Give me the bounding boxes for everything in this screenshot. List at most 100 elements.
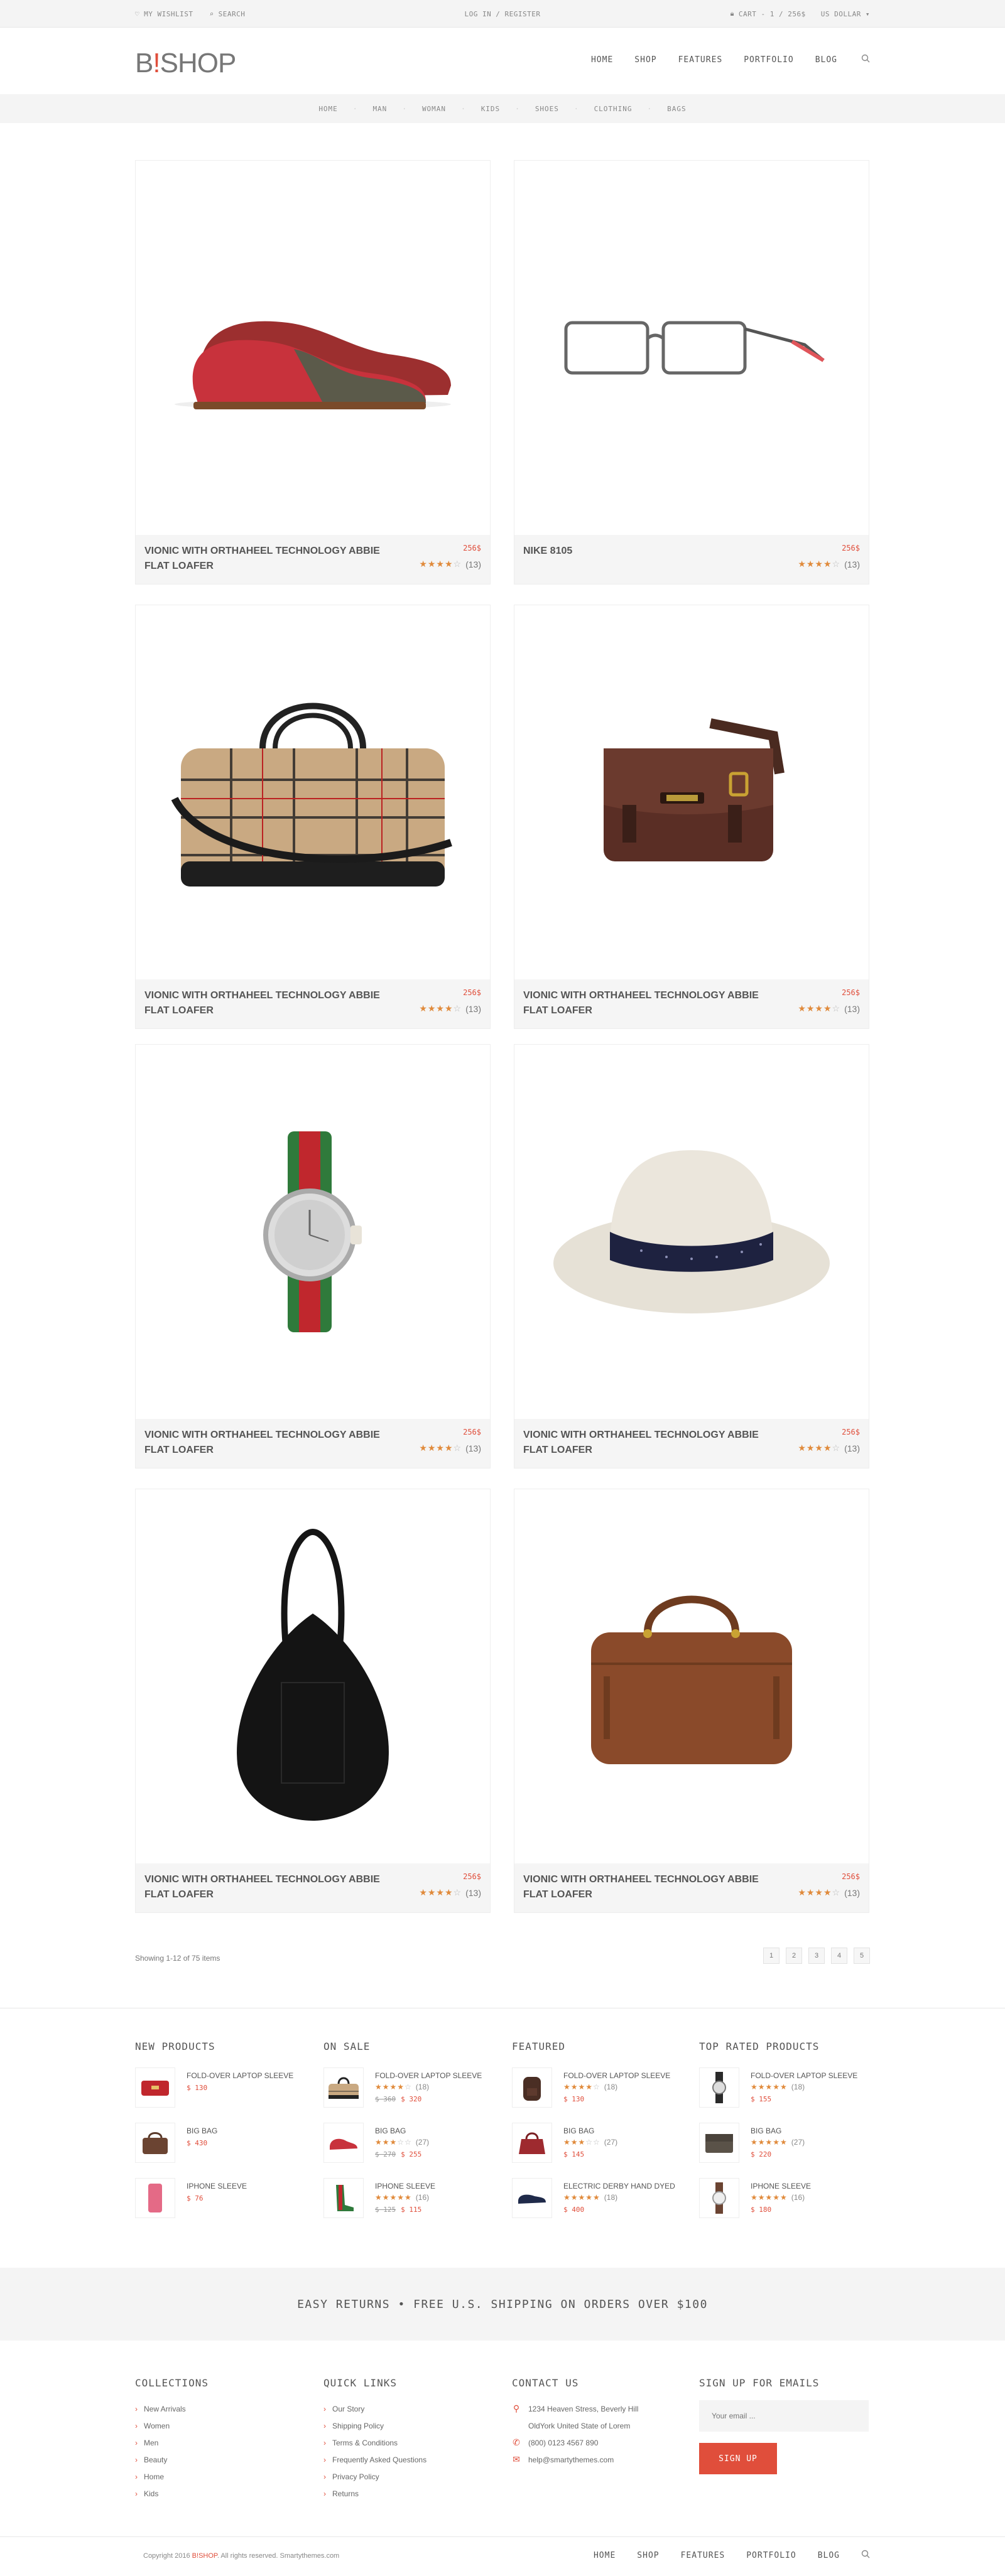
fedora-hat-image[interactable] <box>514 1045 869 1419</box>
footer-link-women[interactable]: › Women <box>135 2417 317 2434</box>
widget-item-name[interactable]: IPHONE SLEEVE <box>375 2182 435 2191</box>
login-register-link[interactable]: LOG IN / REGISTER <box>464 10 540 18</box>
nav-portfolio[interactable]: PORTFOLIO <box>744 55 793 65</box>
product-card[interactable]: NIKE 8105 256$ ★★★★☆ (13) <box>514 160 869 585</box>
product-card[interactable]: VIONIC WITH ORTHAHEEL TECHNOLOGY ABBIE F… <box>135 1044 491 1469</box>
page-5[interactable]: 5 <box>854 1948 870 1964</box>
product-card[interactable]: VIONIC WITH ORTHAHEEL TECHNOLOGY ABBIE F… <box>514 605 869 1029</box>
grey-bag-thumb[interactable] <box>699 2123 739 2163</box>
category-clothing[interactable]: CLOTHING <box>594 105 633 113</box>
widget-item[interactable]: FOLD-OVER LAPTOP SLEEVE ★★★★☆ (18) $ 360 $… <box>323 2067 499 2123</box>
widget-item[interactable]: BIG BAG ★★★★★ (27) $ 220 <box>699 2123 875 2178</box>
category-woman[interactable]: WOMAN <box>422 105 446 113</box>
product-name[interactable]: VIONIC WITH ORTHAHEEL TECHNOLOGY ABBIE F… <box>523 1872 774 1902</box>
leather-messenger-bag-image[interactable] <box>514 605 869 979</box>
backpack-thumb[interactable] <box>512 2067 552 2108</box>
striped-heel-thumb[interactable] <box>323 2178 364 2218</box>
red-shoe-thumb[interactable] <box>323 2123 364 2163</box>
site-logo[interactable]: B!SHOP <box>135 48 236 79</box>
derby-shoe-thumb[interactable] <box>512 2178 552 2218</box>
footer-link-beauty[interactable]: › Beauty <box>135 2451 317 2468</box>
currency-select[interactable]: US DOLLAR ▾ <box>821 10 870 18</box>
cart-link[interactable]: 🔒︎ CART - 1 / 256$ <box>731 9 806 18</box>
footer-nav-features[interactable]: FEATURES <box>681 2551 725 2560</box>
search-link[interactable]: ⌕ SEARCH <box>209 10 245 18</box>
product-card[interactable]: VIONIC WITH ORTHAHEEL TECHNOLOGY ABBIE F… <box>514 1489 869 1913</box>
plaid-duffel-bag-image[interactable] <box>136 605 490 979</box>
product-name[interactable]: VIONIC WITH ORTHAHEEL TECHNOLOGY ABBIE F… <box>144 544 396 574</box>
widget-item[interactable]: BIG BAG $ 430 <box>135 2123 311 2178</box>
brown-duffel-bag-image[interactable] <box>514 1489 869 1863</box>
wishlist-link[interactable]: ♡ MY WISHLIST <box>135 10 193 18</box>
widget-item[interactable]: IPHONE SLEEVE ★★★★★ (16) $ 180 <box>699 2178 875 2233</box>
brown-satchel-thumb[interactable] <box>135 2123 175 2163</box>
page-2[interactable]: 2 <box>786 1948 802 1964</box>
black-hobo-bag-image[interactable] <box>136 1489 490 1863</box>
eyeglasses-image[interactable] <box>514 161 869 535</box>
watch-thumb[interactable] <box>699 2067 739 2108</box>
widget-item-name[interactable]: BIG BAG <box>751 2126 781 2135</box>
widget-item-name[interactable]: IPHONE SLEEVE <box>751 2182 811 2191</box>
footer-link-men[interactable]: › Men <box>135 2434 317 2451</box>
widget-item-name[interactable]: FOLD-OVER LAPTOP SLEEVE <box>375 2071 482 2080</box>
footer-link-faq[interactable]: › Frequently Asked Questions <box>323 2451 506 2468</box>
widget-item-name[interactable]: IPHONE SLEEVE <box>187 2182 247 2191</box>
plaid-bag-thumb[interactable] <box>323 2067 364 2108</box>
footer-link-our-story[interactable]: › Our Story <box>323 2400 506 2417</box>
product-card[interactable]: VIONIC WITH ORTHAHEEL TECHNOLOGY ABBIE F… <box>135 1489 491 1913</box>
footer-link-kids[interactable]: › Kids <box>135 2485 317 2502</box>
product-name[interactable]: VIONIC WITH ORTHAHEEL TECHNOLOGY ABBIE F… <box>144 1428 396 1458</box>
category-man[interactable]: MAN <box>372 105 387 113</box>
product-name[interactable]: VIONIC WITH ORTHAHEEL TECHNOLOGY ABBIE F… <box>523 988 774 1018</box>
footer-nav-blog[interactable]: BLOG <box>818 2551 840 2560</box>
product-name[interactable]: VIONIC WITH ORTHAHEEL TECHNOLOGY ABBIE F… <box>144 1872 396 1902</box>
page-4[interactable]: 4 <box>831 1948 847 1964</box>
nav-home[interactable]: HOME <box>591 55 613 65</box>
red-loafers-image[interactable] <box>136 161 490 535</box>
product-card[interactable]: VIONIC WITH ORTHAHEEL TECHNOLOGY ABBIE F… <box>135 605 491 1029</box>
footer-link-privacy[interactable]: › Privacy Policy <box>323 2468 506 2485</box>
nav-shop[interactable]: SHOP <box>634 55 656 65</box>
wristwatch-image[interactable] <box>136 1045 490 1419</box>
nav-features[interactable]: FEATURES <box>678 55 723 65</box>
widget-item-name[interactable]: FOLD-OVER LAPTOP SLEEVE <box>751 2071 857 2080</box>
product-name[interactable]: VIONIC WITH ORTHAHEEL TECHNOLOGY ABBIE F… <box>523 1428 774 1458</box>
search-icon[interactable] <box>861 2550 870 2561</box>
widget-item[interactable]: FOLD-OVER LAPTOP SLEEVE ★★★★☆ (18) $ 130 <box>512 2067 688 2123</box>
widget-item-name[interactable]: BIG BAG <box>187 2126 217 2135</box>
product-card[interactable]: VIONIC WITH ORTHAHEEL TECHNOLOGY ABBIE F… <box>135 160 491 585</box>
footer-nav-portfolio[interactable]: PORTFOLIO <box>746 2551 796 2560</box>
category-shoes[interactable]: SHOES <box>535 105 559 113</box>
widget-item-name[interactable]: FOLD-OVER LAPTOP SLEEVE <box>187 2071 293 2080</box>
widget-item[interactable]: BIG BAG ★★★☆☆ (27) $ 145 <box>512 2123 688 2178</box>
pink-phone-thumb[interactable] <box>135 2178 175 2218</box>
sign-up-button[interactable]: SIGN UP <box>699 2443 777 2474</box>
product-name[interactable]: VIONIC WITH ORTHAHEEL TECHNOLOGY ABBIE F… <box>144 988 396 1018</box>
footer-nav-home[interactable]: HOME <box>594 2551 616 2560</box>
email-input[interactable] <box>699 2400 869 2432</box>
page-1[interactable]: 1 <box>763 1948 780 1964</box>
widget-item[interactable]: FOLD-OVER LAPTOP SLEEVE ★★★★★ (18) $ 155 <box>699 2067 875 2123</box>
widget-item-name[interactable]: BIG BAG <box>563 2126 594 2135</box>
nav-blog[interactable]: BLOG <box>815 55 837 65</box>
product-name[interactable]: NIKE 8105 <box>523 544 774 559</box>
footer-link-new-arrivals[interactable]: › New Arrivals <box>135 2400 317 2417</box>
footer-link-terms[interactable]: › Terms & Conditions <box>323 2434 506 2451</box>
widget-item-name[interactable]: FOLD-OVER LAPTOP SLEEVE <box>563 2071 670 2080</box>
watch-thumb-2[interactable] <box>699 2178 739 2218</box>
widget-item[interactable]: FOLD-OVER LAPTOP SLEEVE $ 130 <box>135 2067 311 2123</box>
widget-item-name[interactable]: ELECTRIC DERBY HAND DYED <box>563 2182 675 2191</box>
widget-item-name[interactable]: BIG BAG <box>375 2126 406 2135</box>
page-3[interactable]: 3 <box>808 1948 825 1964</box>
contact-email[interactable]: ✉ help@smartythemes.com <box>512 2451 694 2468</box>
widget-item[interactable]: BIG BAG ★★★☆☆ (27) $ 270 $ 255 <box>323 2123 499 2178</box>
widget-item[interactable]: ELECTRIC DERBY HAND DYED ★★★★★ (18) $ 400 <box>512 2178 688 2233</box>
category-home[interactable]: HOME <box>318 105 338 113</box>
contact-phone[interactable]: ✆ (800) 0123 4567 890 <box>512 2434 694 2451</box>
footer-link-returns[interactable]: › Returns <box>323 2485 506 2502</box>
category-bags[interactable]: BAGS <box>667 105 687 113</box>
footer-nav-shop[interactable]: SHOP <box>637 2551 659 2560</box>
red-handbag-thumb[interactable] <box>512 2123 552 2163</box>
widget-item[interactable]: IPHONE SLEEVE $ 76 <box>135 2178 311 2233</box>
product-card[interactable]: VIONIC WITH ORTHAHEEL TECHNOLOGY ABBIE F… <box>514 1044 869 1469</box>
